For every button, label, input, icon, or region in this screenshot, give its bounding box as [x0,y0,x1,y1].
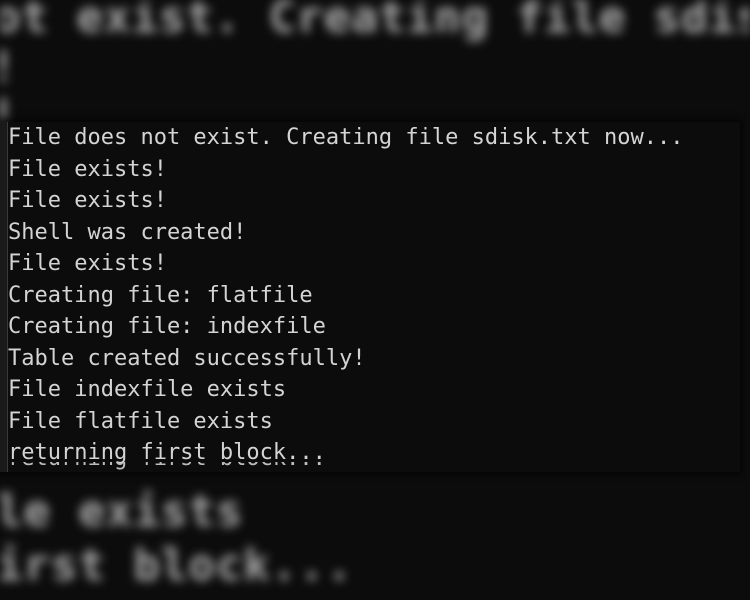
console-line: Table created successfully! [8,345,366,371]
blurred-line: le exists [0,486,244,537]
console-line: File exists! [8,188,167,213]
console-line: File flatfile exists [8,408,273,434]
console-output-window[interactable]: File does not exist. Creating file sdisk… [0,122,740,472]
console-line: Creating file: indexfile [8,314,326,339]
blurred-line: irst block... [0,540,354,591]
console-line: File exists! [8,251,167,276]
console-line: File indexfile exists [8,377,287,402]
console-line: File exists! [8,156,167,182]
console-line: Shell was created! [8,219,247,245]
blurred-line: ! [0,42,18,93]
console-clipped-line: returning first block... [8,462,738,472]
console-left-edge [0,122,8,472]
console-line: File does not exist. Creating file sdisk… [8,125,684,150]
screenshot-stage: ot exist. Creating file sdisk.t ! ! le e… [0,0,750,600]
console-clipped-text: returning first block... [8,462,738,470]
console-line: Creating file: flatfile [8,282,313,308]
blurred-line: ot exist. Creating file sdisk.t [0,0,750,43]
console-output: File does not exist. Creating file sdisk… [8,122,738,469]
